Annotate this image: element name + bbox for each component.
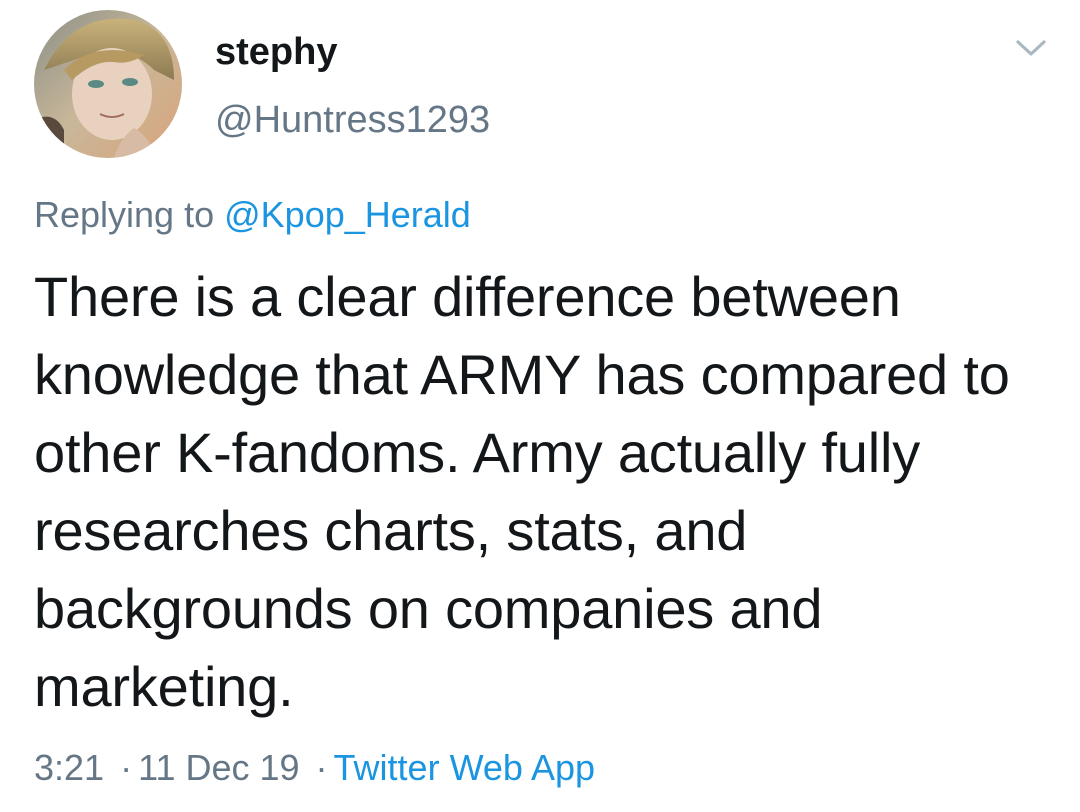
replying-to: Replying to @Kpop_Herald <box>34 194 471 236</box>
avatar[interactable] <box>34 10 182 158</box>
meta-separator: · <box>315 747 328 788</box>
replying-to-label: Replying to <box>34 194 215 235</box>
tweet-source-link[interactable]: Twitter Web App <box>334 747 595 788</box>
avatar-image <box>34 10 182 158</box>
chevron-down-icon[interactable] <box>1014 34 1048 62</box>
reply-mention-link[interactable]: @Kpop_Herald <box>224 194 471 235</box>
tweet-date[interactable]: 11 Dec 19 <box>138 747 299 788</box>
user-handle[interactable]: @Huntress1293 <box>215 98 490 142</box>
tweet-time[interactable]: 3:21 <box>34 747 104 788</box>
display-name[interactable]: stephy <box>215 30 337 74</box>
tweet-meta: 3:21 · 11 Dec 19 · Twitter Web App <box>34 746 595 790</box>
meta-separator: · <box>120 747 133 788</box>
tweet-text: There is a clear difference between know… <box>34 265 1010 718</box>
